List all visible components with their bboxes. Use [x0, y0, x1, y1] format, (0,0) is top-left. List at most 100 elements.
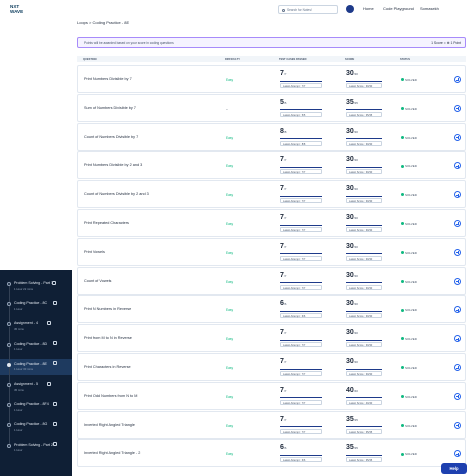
question-title[interactable]: Inverted Right Angled Triangle: [84, 423, 135, 427]
score-cell: 30/30 Latest Score : 30/30: [346, 242, 382, 261]
tc-latest-attempt: Latest Attempt : 7/7: [280, 284, 322, 290]
table-row[interactable]: Print from M to N in Reverse Easy 7/7 Lates…: [77, 324, 466, 353]
expand-plus-icon[interactable]: [454, 364, 461, 371]
score-latest: Latest Score : 30/30: [346, 198, 382, 204]
status-badge: SOLVED: [401, 395, 417, 399]
sidebar-item-duration: 1 Hour 30 mins: [14, 367, 33, 372]
sidebar-item[interactable]: Problem Solving - Part 11 Hour 22 mins: [0, 278, 72, 294]
question-title[interactable]: Print Repeated Characters: [84, 221, 129, 225]
table-row[interactable]: Count of Numbers Divisible by 7 Easy 8/8 La…: [77, 122, 466, 151]
expand-plus-icon[interactable]: [454, 104, 461, 112]
question-title[interactable]: Count of Numbers Divisible by 7: [84, 135, 138, 139]
timeline-line: [8, 407, 10, 424]
score-cell: 35/35 Latest Score : 35/35: [346, 416, 382, 434]
sidebar: NXT WAVE Problem Solving - Part 11 Hour …: [0, 0, 72, 476]
score-progress-bar: [346, 109, 382, 111]
question-title[interactable]: Sum of Numbers Divisible by 7: [84, 106, 136, 110]
table-row[interactable]: Print Vowels Easy 7/7 Latest Attempt : 7/7 3…: [77, 237, 466, 266]
tc-total: /7: [283, 360, 287, 364]
search-icon: [282, 8, 285, 12]
table-row[interactable]: Print N Numbers in Reverse Easy 6/6 Latest …: [77, 295, 466, 324]
sidebar-item[interactable]: Coding Practice - 8G 1 Hour: [0, 407, 72, 435]
timeline-line: [8, 346, 10, 363]
tc-total: /7: [283, 244, 287, 249]
nav-home-link[interactable]: Home: [363, 6, 374, 11]
check-icon: [401, 222, 404, 226]
table-row[interactable]: Inverted Right Angled Triangle - 2 Easy 6/…: [77, 439, 466, 468]
expand-plus-icon[interactable]: [454, 421, 461, 429]
notification-icon[interactable]: [346, 5, 354, 13]
sidebar-item[interactable]: Coding Practice - 8F4 1 Hour: [0, 387, 72, 415]
difficulty-label: Easy: [226, 423, 234, 428]
sidebar-item[interactable]: Assignment - 5 45 mins: [0, 367, 72, 395]
question-title[interactable]: Print from M to N in Reverse: [84, 336, 132, 340]
document-icon: [53, 421, 57, 426]
expand-plus-icon[interactable]: [454, 191, 461, 199]
brand-logo[interactable]: NXT WAVE: [10, 4, 32, 14]
col-status: Status: [400, 57, 410, 61]
score-cell: 30/30 Latest Score : 30/30: [346, 300, 382, 319]
expand-plus-icon[interactable]: [454, 162, 461, 170]
sidebar-item[interactable]: Coding Practice - 8D 1 Hour: [0, 326, 72, 355]
tc-total: /7: [283, 388, 287, 393]
score-latest: Latest Score : 30/30: [346, 227, 382, 232]
table-row[interactable]: Print Repeated Characters Easy 7/7 Latest A…: [77, 209, 466, 237]
user-name[interactable]: Somasekh: [420, 6, 439, 11]
test-cases-cell: 7/7 Latest Attempt : 7/7: [280, 185, 322, 204]
table-row[interactable]: Print Numbers Divisible by 7 Easy 7/7 Lates…: [77, 65, 466, 93]
expand-plus-icon[interactable]: [454, 76, 461, 83]
sidebar-item[interactable]: Assignment - 4 45 mins: [0, 306, 72, 334]
expand-plus-icon[interactable]: [454, 133, 461, 141]
check-icon: [401, 193, 404, 197]
difficulty-label: Easy: [226, 250, 234, 255]
table-row[interactable]: Count of Numbers Divisible by 2 and 3 Eas…: [77, 180, 466, 209]
score-value: 30: [346, 242, 354, 250]
nav-code-playground-link[interactable]: Code Playground: [383, 6, 414, 11]
document-icon: [47, 381, 51, 386]
table-row[interactable]: Sum of Numbers Divisible by 7–5/5 Latest …: [77, 93, 466, 122]
timeline-line: [8, 427, 10, 444]
expand-plus-icon[interactable]: [454, 392, 461, 400]
breadcrumb[interactable]: Loops > Coding Practice - 8E: [77, 20, 129, 25]
question-title[interactable]: Print Characters in Reverse: [84, 365, 131, 369]
sidebar-item-title: Problem Solving - Part 1: [14, 281, 53, 285]
status-badge: SOLVED: [401, 452, 417, 456]
table-row[interactable]: Inverted Right Angled Triangle Easy 7/7 Lat…: [77, 410, 466, 439]
score-progress-fill: [346, 253, 382, 255]
score-value: 30: [346, 300, 354, 308]
question-title[interactable]: Print N Numbers in Reverse: [84, 307, 131, 311]
score-progress-bar: [346, 368, 382, 370]
expand-plus-icon[interactable]: [454, 450, 461, 458]
score-latest: Latest Score : 40/40: [346, 399, 382, 405]
expand-plus-icon[interactable]: [454, 306, 461, 314]
expand-plus-icon[interactable]: [454, 335, 461, 343]
question-title[interactable]: Count of Vowels: [84, 279, 111, 283]
document-icon: [53, 300, 57, 305]
test-cases-cell: 7/7 Latest Attempt : 7/7: [280, 272, 322, 290]
question-title[interactable]: Inverted Right Angled Triangle - 2: [84, 451, 140, 455]
question-title[interactable]: Print Odd Numbers from N to M: [84, 394, 137, 398]
expand-plus-icon[interactable]: [454, 277, 461, 285]
question-title[interactable]: Print Vowels: [84, 250, 105, 254]
table-row[interactable]: Print Characters in Reverse Easy 7/7 Latest…: [77, 353, 466, 381]
expand-plus-icon[interactable]: [454, 248, 461, 256]
question-title[interactable]: Count of Numbers Divisible by 2 and 3: [84, 192, 149, 196]
question-title[interactable]: Print Numbers Divisible by 2 and 3: [84, 163, 142, 167]
test-cases-cell: 7/7 Latest Attempt : 7/7: [280, 156, 322, 175]
score-progress-bar: [346, 454, 382, 456]
tc-total: /7: [283, 187, 287, 192]
help-button[interactable]: Help: [441, 463, 467, 474]
score-value: 30: [346, 127, 354, 135]
table-row[interactable]: Print Odd Numbers from N to M Easy 7/7 Late…: [77, 381, 466, 410]
expand-plus-icon[interactable]: [454, 220, 461, 227]
table-row[interactable]: Print Numbers Divisible by 2 and 3 Easy 7/…: [77, 151, 466, 180]
check-icon: [401, 279, 404, 283]
sidebar-item[interactable]: Coding Practice - 8C 1 Hour: [0, 286, 72, 314]
sidebar-item[interactable]: Problem Solving - Part 21 Hour: [0, 427, 72, 456]
table-row[interactable]: Count of Vowels Easy 7/7 Latest Attempt : 7…: [77, 266, 466, 295]
search-input[interactable]: Search for Notes!: [278, 5, 338, 14]
check-icon: [401, 337, 404, 341]
status-badge: SOLVED: [401, 164, 417, 168]
question-title[interactable]: Print Numbers Divisible by 7: [84, 77, 132, 81]
sidebar-item[interactable]: Coding Practice - 8E 1 Hour 30 mins: [0, 346, 72, 375]
